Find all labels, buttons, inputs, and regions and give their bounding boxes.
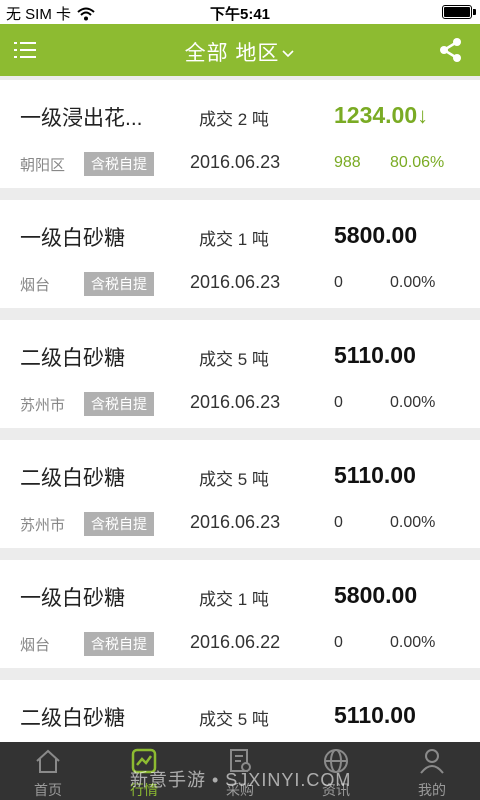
price: 5110.00 — [334, 342, 416, 368]
product-name: 二级白砂糖 — [20, 707, 125, 730]
date: 2016.06.23 — [190, 512, 281, 532]
list-item[interactable]: 二级白砂糖 成交 5 吨 5110.00 苏州市 含税自提 2016.06.23… — [0, 440, 480, 548]
product-name: 一级白砂糖 — [20, 587, 125, 610]
list-item[interactable]: 一级浸出花... 成交 2 吨 1234.00↓ 朝阳区 含税自提 2016.0… — [0, 80, 480, 188]
tax-tag: 含税自提 — [84, 272, 154, 296]
date: 2016.06.23 — [190, 272, 281, 292]
deal-amount: 成交 5 吨 — [199, 350, 269, 369]
region: 烟台 — [20, 637, 51, 654]
user-icon — [420, 749, 444, 774]
region-filter[interactable]: 全部 地区 — [0, 37, 480, 67]
share-icon[interactable] — [438, 37, 464, 63]
date: 2016.06.23 — [190, 152, 281, 172]
deal-amount: 成交 2 吨 — [199, 110, 269, 129]
product-name: 一级浸出花... — [20, 107, 143, 130]
tab-label: 首页 — [34, 782, 62, 798]
percent: 0.00% — [390, 274, 436, 291]
tax-tag: 含税自提 — [84, 512, 154, 536]
date: 2016.06.22 — [190, 632, 281, 652]
percent: 80.06% — [390, 154, 445, 171]
status-time: 下午5:41 — [209, 6, 271, 23]
price-value: 1234.00 — [334, 102, 418, 128]
price: 5800.00 — [334, 222, 418, 248]
percent: 0.00% — [390, 514, 436, 531]
product-name: 一级白砂糖 — [20, 227, 125, 250]
tab-profile[interactable]: 我的 — [384, 742, 480, 800]
arrow-down-icon: ↓ — [417, 103, 429, 128]
list-item[interactable]: 二级白砂糖 成交 5 吨 5110.00 — [0, 680, 480, 742]
price: 5110.00 — [334, 702, 416, 728]
list-item[interactable]: 一级白砂糖 成交 1 吨 5800.00 烟台 含税自提 2016.06.22 … — [0, 560, 480, 668]
deal-amount: 成交 5 吨 — [199, 470, 269, 489]
deal-amount: 成交 1 吨 — [199, 590, 269, 609]
chevron-down-icon — [282, 50, 294, 58]
price: 5800.00 — [334, 582, 418, 608]
tax-tag: 含税自提 — [84, 392, 154, 416]
region: 朝阳区 — [20, 157, 66, 174]
price: 1234.00↓ — [334, 102, 428, 129]
status-bar: 无 SIM 卡 下午5:41 — [0, 0, 480, 24]
home-icon — [36, 749, 60, 773]
percent: 0.00% — [390, 634, 436, 651]
percent: 0.00% — [390, 394, 436, 411]
price: 5110.00 — [334, 462, 416, 488]
product-name: 二级白砂糖 — [20, 467, 125, 490]
page-title: 全部 地区 — [184, 42, 280, 65]
list-item[interactable]: 二级白砂糖 成交 5 吨 5110.00 苏州市 含税自提 2016.06.23… — [0, 320, 480, 428]
volume: 988 — [334, 154, 361, 171]
tax-tag: 含税自提 — [84, 152, 154, 176]
tab-label: 我的 — [418, 782, 446, 798]
market-list[interactable]: 一级浸出花... 成交 2 吨 1234.00↓ 朝阳区 含税自提 2016.0… — [0, 76, 480, 742]
region: 烟台 — [20, 277, 51, 294]
nav-bar: 全部 地区 — [0, 24, 480, 76]
deal-amount: 成交 1 吨 — [199, 230, 269, 249]
region: 苏州市 — [20, 397, 66, 414]
date: 2016.06.23 — [190, 392, 281, 412]
list-item[interactable]: 一级白砂糖 成交 1 吨 5800.00 烟台 含税自提 2016.06.23 … — [0, 200, 480, 308]
volume: 0 — [334, 274, 343, 291]
region: 苏州市 — [20, 517, 66, 534]
volume: 0 — [334, 634, 343, 651]
volume: 0 — [334, 514, 343, 531]
deal-amount: 成交 5 吨 — [199, 710, 269, 729]
volume: 0 — [334, 394, 343, 411]
product-name: 二级白砂糖 — [20, 347, 125, 370]
tax-tag: 含税自提 — [84, 632, 154, 656]
tab-home[interactable]: 首页 — [0, 742, 96, 800]
battery-icon — [442, 5, 476, 19]
watermark: 新意手游 • SJXINYI.COM — [130, 770, 352, 790]
